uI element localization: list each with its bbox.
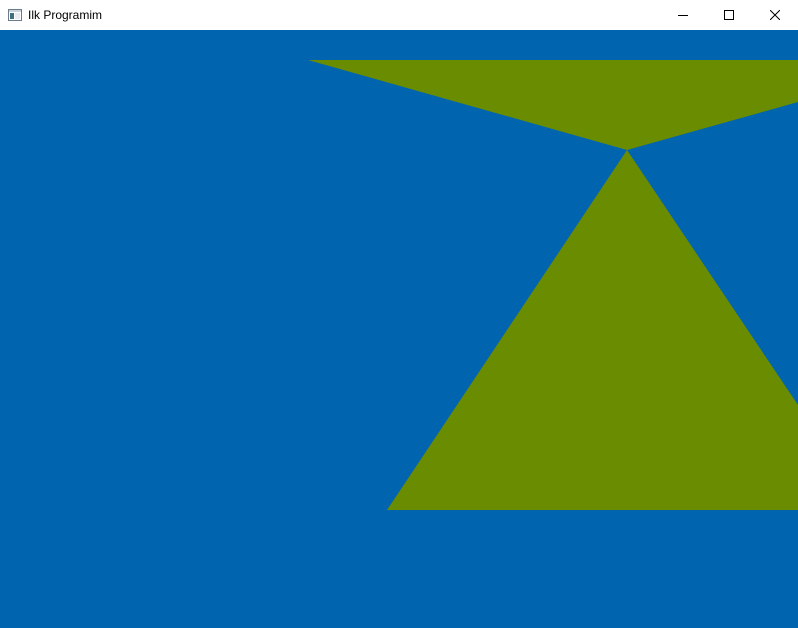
close-icon [770, 10, 780, 20]
maximize-button[interactable] [706, 0, 752, 30]
close-button[interactable] [752, 0, 798, 30]
scene-graphic [0, 30, 798, 628]
maximize-icon [724, 10, 734, 20]
minimize-button[interactable] [660, 0, 706, 30]
app-window: Ilk Programim [0, 0, 798, 628]
title-bar[interactable]: Ilk Programim [0, 0, 798, 30]
window-title: Ilk Programim [28, 8, 103, 22]
window-app-icon [7, 7, 23, 23]
window-controls [660, 0, 798, 30]
minimize-icon [678, 10, 688, 20]
render-canvas[interactable] [0, 30, 798, 628]
